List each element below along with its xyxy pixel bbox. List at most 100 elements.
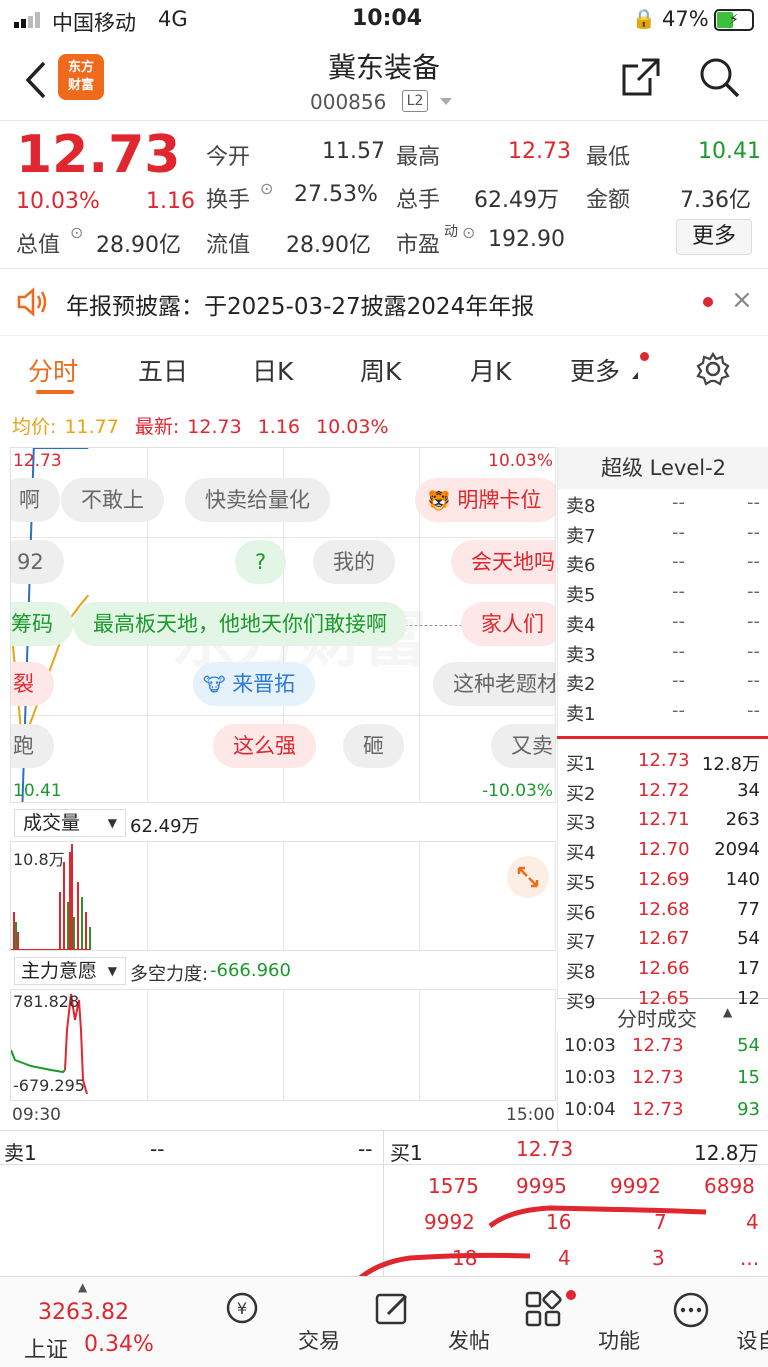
- more-button[interactable]: 更多: [676, 219, 752, 255]
- volume-chart[interactable]: 10.8万: [10, 841, 556, 951]
- intraday-price-chart[interactable]: 东方财富 啊 不敢上 快卖给量化 🐯 明牌卡位 92 ? 我的 会天地吗 筹码 …: [10, 447, 556, 803]
- divider: [0, 1164, 768, 1165]
- tick-time: 10:04: [564, 1099, 616, 1120]
- search-icon[interactable]: [698, 56, 742, 100]
- turnover-label: 换手: [206, 188, 251, 213]
- danmaku-chip[interactable]: 家人们: [461, 602, 555, 646]
- level-volume: --: [747, 492, 760, 513]
- volume-bar: [17, 932, 19, 950]
- tab-more[interactable]: 更多: [570, 352, 620, 388]
- danmaku-chip[interactable]: 🐯 明牌卡位: [415, 478, 555, 522]
- volume-bar: [89, 927, 91, 950]
- sell-level-row[interactable]: 卖5 -- --: [562, 581, 768, 610]
- more-arrow-icon: [632, 372, 638, 379]
- force-axis-min: -679.295: [13, 1076, 85, 1095]
- change-percent: 10.03%: [16, 189, 100, 214]
- danmaku-chip[interactable]: ?: [235, 540, 287, 584]
- sell-level-row[interactable]: 卖7 -- --: [562, 522, 768, 551]
- danmaku-chip[interactable]: 最高板天地，他地天你们敢接啊: [73, 602, 407, 646]
- tick-row[interactable]: 10:03 12.73 15: [562, 1067, 768, 1099]
- danmaku-chip[interactable]: 这么强: [213, 724, 316, 768]
- buy-level-row[interactable]: 买2 12.72 34: [562, 780, 768, 809]
- sell-level-row[interactable]: 卖8 -- --: [562, 492, 768, 521]
- tick-row[interactable]: 10:03 12.73 54: [562, 1035, 768, 1067]
- high-label: 最高: [396, 145, 441, 170]
- nav-post[interactable]: 发帖: [316, 1284, 490, 1367]
- sell-level-row[interactable]: 卖4 -- --: [562, 611, 768, 640]
- queue-order: 9995: [516, 1174, 567, 1198]
- pe-superscript: 动: [444, 224, 458, 240]
- nav-trade[interactable]: ¥ 交易: [166, 1284, 340, 1367]
- amount-label: 金额: [586, 188, 631, 213]
- index-expand-icon: ▲: [78, 1280, 88, 1294]
- volume-bar: [85, 912, 87, 950]
- danmaku-chip[interactable]: 🐮 来晋拓: [193, 662, 316, 706]
- level2-title[interactable]: 超级 Level-2: [558, 447, 768, 489]
- buy-level-row[interactable]: 买3 12.71 263: [562, 809, 768, 838]
- force-selector[interactable]: 主力意愿 ▼: [14, 957, 126, 985]
- level-label: 买5: [566, 872, 596, 894]
- buy-level-row[interactable]: 买8 12.66 17: [562, 958, 768, 987]
- level-price: --: [672, 492, 685, 513]
- volume-selector[interactable]: 成交量 ▼: [14, 809, 126, 837]
- danmaku-chip[interactable]: 砸: [343, 724, 404, 768]
- tab-intraday[interactable]: 分时: [28, 352, 78, 388]
- nav-function[interactable]: 功能: [466, 1284, 640, 1367]
- gear-icon[interactable]: [696, 352, 730, 386]
- buy-level-row[interactable]: 买1 12.73 12.8万: [562, 750, 768, 779]
- queue-buy-label: 买1: [390, 1141, 423, 1165]
- info-icon[interactable]: ⊙: [70, 223, 83, 242]
- buy-level-row[interactable]: 买6 12.68 77: [562, 899, 768, 928]
- edit-icon: [375, 1293, 408, 1325]
- danmaku-chip[interactable]: 跑: [11, 724, 54, 768]
- sell-level-row[interactable]: 卖2 -- --: [562, 670, 768, 699]
- price-axis-top: 12.73: [13, 451, 62, 471]
- code-dropdown-icon[interactable]: [440, 98, 452, 105]
- danmaku-chip[interactable]: 快卖给量化: [185, 478, 330, 522]
- tick-row[interactable]: 10:04 12.73 93: [562, 1099, 768, 1131]
- tab-daily-k[interactable]: 日K: [252, 352, 293, 388]
- danmaku-chip[interactable]: 不敢上: [61, 478, 164, 522]
- buy-level-row[interactable]: 买5 12.69 140: [562, 869, 768, 898]
- nav-add-watchlist[interactable]: 设自选: [615, 1284, 768, 1367]
- share-icon[interactable]: [620, 56, 662, 98]
- volume-bar: [63, 862, 65, 950]
- nav-header: 东方 财富 冀东装备 000856 L2: [0, 40, 768, 120]
- level-label: 买9: [566, 991, 596, 1013]
- queue-order: 1575: [428, 1174, 479, 1198]
- danmaku-chip[interactable]: 会天地吗: [451, 540, 555, 584]
- info-icon[interactable]: ⊙: [260, 179, 273, 198]
- sell-level-row[interactable]: 卖6 -- --: [562, 551, 768, 580]
- yuan-exchange-icon: ¥: [226, 1292, 258, 1324]
- force-chart[interactable]: 781.828 -679.295: [10, 989, 556, 1101]
- sell-level-row[interactable]: 卖3 -- --: [562, 641, 768, 670]
- danmaku-chip[interactable]: 啊: [11, 478, 60, 522]
- sell-level-row[interactable]: 卖1 -- --: [562, 700, 768, 729]
- tab-weekly-k[interactable]: 周K: [360, 352, 401, 388]
- danmaku-chip[interactable]: 又卖: [491, 724, 555, 768]
- danmaku-chip[interactable]: 我的: [313, 540, 395, 584]
- index-widget[interactable]: ▲ 3263.82 上证 0.34%: [0, 1276, 168, 1367]
- level-volume: --: [747, 640, 760, 662]
- danmaku-chip[interactable]: 裂: [11, 662, 54, 706]
- danmaku-chip[interactable]: 这种老题材: [433, 662, 555, 706]
- notice-bar[interactable]: 年报预披露：于2025-03-27披露2024年年报 ×: [0, 269, 768, 335]
- buy-level-row[interactable]: 买7 12.67 54: [562, 928, 768, 957]
- pct-axis-top: 10.03%: [488, 451, 553, 471]
- level-volume: 140: [725, 868, 760, 890]
- level-price: 12.70: [638, 839, 690, 861]
- expand-button[interactable]: [507, 856, 549, 898]
- level-label: 买4: [566, 843, 596, 865]
- tab-5day[interactable]: 五日: [138, 352, 188, 388]
- info-icon[interactable]: ⊙: [462, 223, 475, 242]
- level2-badge[interactable]: L2: [402, 90, 428, 112]
- tab-monthly-k[interactable]: 月K: [470, 352, 511, 388]
- buy-level-row[interactable]: 买9 12.65 12: [562, 988, 768, 1017]
- level-price: --: [672, 551, 685, 573]
- buy-level-row[interactable]: 买4 12.70 2094: [562, 839, 768, 868]
- close-icon[interactable]: ×: [731, 285, 753, 315]
- volume-bars: [11, 844, 91, 950]
- danmaku-chip[interactable]: 筹码: [11, 602, 73, 646]
- danmaku-chip[interactable]: 92: [11, 540, 64, 584]
- queue-order: 9992: [424, 1210, 475, 1234]
